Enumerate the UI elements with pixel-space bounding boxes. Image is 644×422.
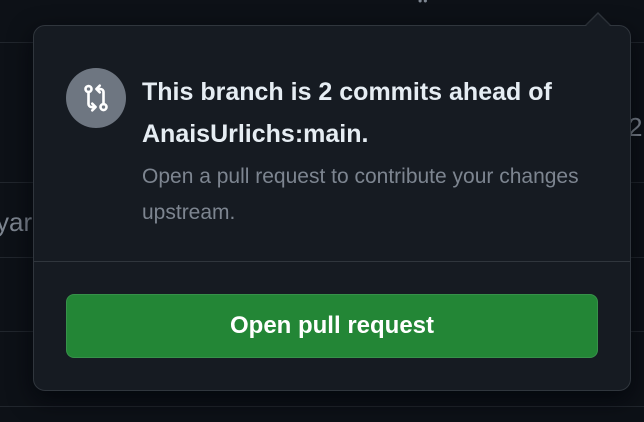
contribute-popover: This branch is 2 commits ahead of AnaisU… — [33, 25, 631, 391]
page: •• yar 2 This branch is 2 commits ahead … — [0, 0, 644, 422]
background-text-fragment: yar — [0, 207, 33, 237]
popover-heading: This branch is 2 commits ahead of AnaisU… — [142, 78, 552, 148]
popover-divider — [34, 261, 630, 262]
popover-caret-fill — [586, 14, 610, 26]
git-compare-icon — [66, 68, 126, 128]
background-row-divider — [0, 406, 644, 407]
open-pull-request-button[interactable]: Open pull request — [66, 294, 598, 358]
popover-description: Open a pull request to contribute your c… — [142, 165, 579, 224]
kebab-icon: •• — [418, 0, 428, 7]
